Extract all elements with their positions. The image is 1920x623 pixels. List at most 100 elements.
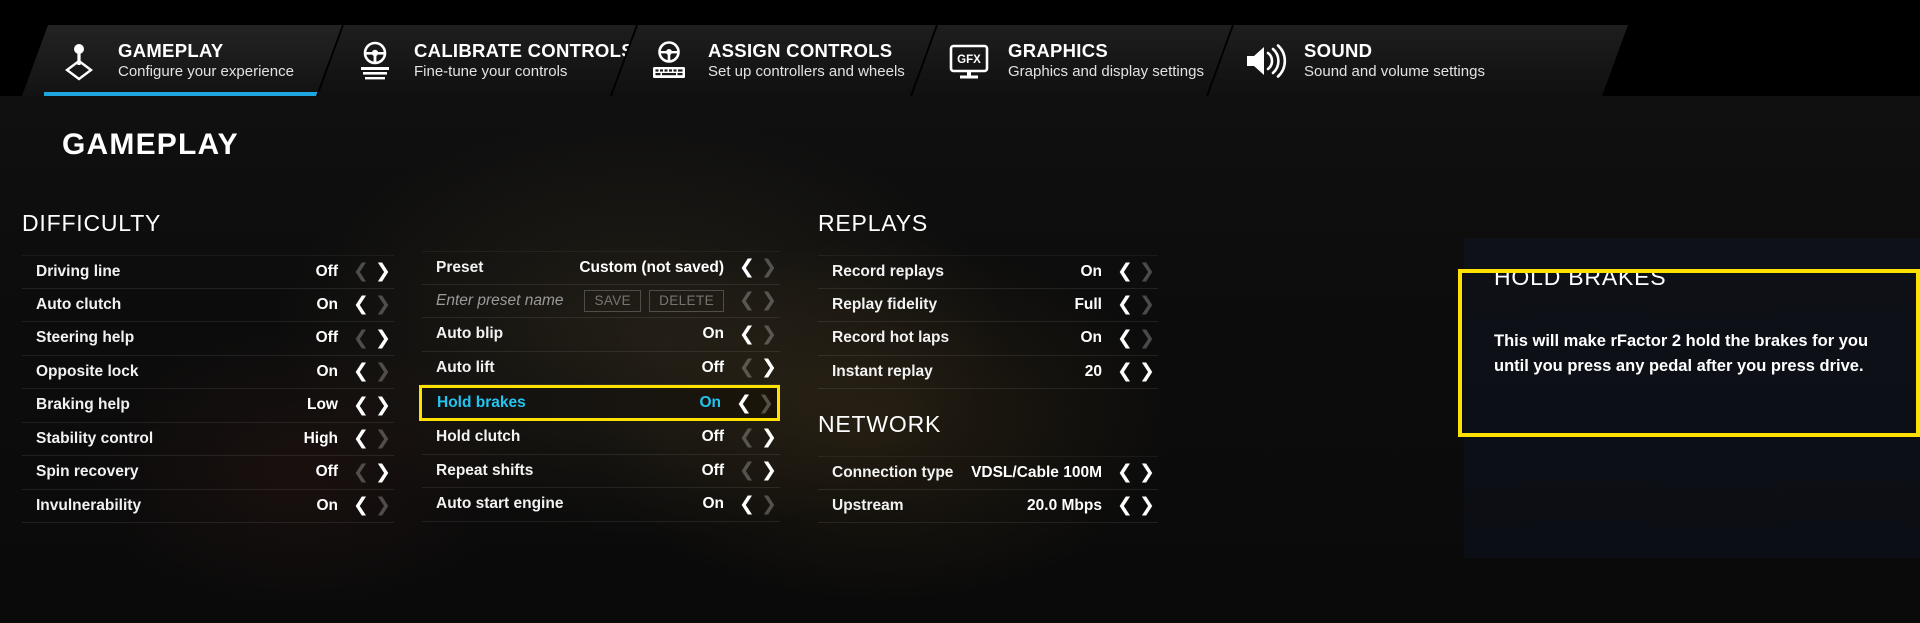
setting-arrows: ❮ ❯ [733, 393, 777, 413]
setting-arrows: ❮ ❯ [350, 328, 394, 348]
delete-preset-button[interactable]: DELETE [649, 289, 724, 312]
setting-arrows: ❮ ❯ [350, 429, 394, 448]
chevron-left-icon[interactable]: ❮ [736, 324, 758, 344]
chevron-left-icon[interactable]: ❮ [350, 395, 372, 415]
chevron-left-icon[interactable]: ❮ [736, 494, 758, 514]
setting-arrows: ❮ ❯ [1114, 496, 1158, 515]
preset-row[interactable]: Preset Custom (not saved) ❮ ❯ [422, 251, 780, 285]
tab-gameplay[interactable]: GAMEPLAY Configure your experience [22, 25, 342, 96]
chevron-left-icon[interactable]: ❮ [350, 496, 372, 515]
setting-value: On [1080, 262, 1102, 280]
setting-row[interactable]: Driving line Off ❮ ❯ [22, 255, 394, 289]
chevron-right-icon[interactable]: ❯ [758, 427, 780, 447]
setting-row-selected[interactable]: Hold brakes On ❮ ❯ [419, 385, 780, 421]
tab-text: SOUND Sound and volume settings [1304, 40, 1485, 82]
tab-title: GAMEPLAY [118, 39, 224, 61]
gear-shifter-icon [56, 38, 102, 84]
setting-row[interactable]: Record hot laps On ❮ ❯ [818, 322, 1158, 356]
chevron-left-icon[interactable]: ❮ [1114, 295, 1136, 314]
chevron-right-icon[interactable]: ❯ [372, 462, 394, 482]
chevron-right-icon[interactable]: ❯ [758, 324, 780, 344]
main-tab-bar: GAMEPLAY Configure your experience CALIBRA… [0, 0, 1920, 96]
chevron-left-icon[interactable]: ❮ [350, 462, 372, 482]
setting-row[interactable]: Hold clutch Off ❮ ❯ [422, 421, 780, 455]
chevron-right-icon[interactable]: ❯ [372, 262, 394, 281]
chevron-left-icon[interactable]: ❮ [1114, 262, 1136, 281]
preset-name-row[interactable]: Enter preset name SAVE DELETE ❮ ❯ [422, 285, 780, 318]
chevron-left-icon[interactable]: ❮ [350, 262, 372, 281]
chevron-left-icon[interactable]: ❮ [1114, 362, 1136, 381]
chevron-right-icon[interactable]: ❯ [372, 295, 394, 314]
tab-sound[interactable]: SOUND Sound and volume settings [1208, 25, 1628, 96]
chevron-left-icon[interactable]: ❮ [736, 427, 758, 447]
chevron-right-icon[interactable]: ❯ [1136, 362, 1158, 381]
replays-rows: Record replays On ❮ ❯ Replay fidelity Full ❮ ❯ R… [818, 255, 1158, 389]
chevron-right-icon[interactable]: ❯ [758, 258, 780, 277]
setting-row[interactable]: Opposite lock On ❮ ❯ [22, 356, 394, 389]
chevron-right-icon[interactable]: ❯ [755, 393, 777, 413]
setting-value: On [702, 325, 724, 343]
tooltip-panel: HOLD BRAKES This will make rFactor 2 hol… [1464, 238, 1920, 558]
setting-label: Driving line [36, 262, 121, 280]
preset-name-input[interactable]: Enter preset name [436, 292, 564, 310]
active-tab-underline [44, 92, 332, 96]
chevron-right-icon[interactable]: ❯ [372, 429, 394, 448]
tab-assign-controls[interactable]: ASSIGN CONTROLS Set up controllers and wh… [612, 25, 936, 96]
chevron-left-icon[interactable]: ❮ [350, 295, 372, 314]
chevron-left-icon[interactable]: ❮ [736, 258, 758, 277]
setting-row[interactable]: Invulnerability On ❮ ❯ [22, 490, 394, 523]
setting-row[interactable]: Auto clutch On ❮ ❯ [22, 289, 394, 322]
chevron-right-icon[interactable]: ❯ [1136, 328, 1158, 348]
chevron-left-icon: ❮ [739, 289, 755, 312]
chevron-right-icon[interactable]: ❯ [758, 494, 780, 514]
setting-value: On [316, 362, 338, 380]
setting-row[interactable]: Braking help Low ❮ ❯ [22, 389, 394, 423]
setting-row[interactable]: Auto blip On ❮ ❯ [422, 318, 780, 352]
setting-arrows: ❮ ❯ [1114, 463, 1158, 482]
setting-row[interactable]: Connection type VDSL/Cable 100M ❮ ❯ [818, 456, 1158, 490]
setting-row[interactable]: Stability control High ❮ ❯ [22, 423, 394, 456]
chevron-right-icon[interactable]: ❯ [1136, 262, 1158, 281]
setting-row[interactable]: Spin recovery Off ❮ ❯ [22, 456, 394, 490]
tab-title: ASSIGN CONTROLS [708, 39, 893, 61]
setting-label: Opposite lock [36, 362, 139, 380]
setting-row[interactable]: Steering help Off ❮ ❯ [22, 322, 394, 356]
setting-row[interactable]: Instant replay 20 ❮ ❯ [818, 356, 1158, 389]
chevron-right-icon[interactable]: ❯ [372, 496, 394, 515]
chevron-right-icon[interactable]: ❯ [372, 395, 394, 415]
chevron-right-icon[interactable]: ❯ [758, 461, 780, 480]
setting-label: Hold brakes [437, 394, 526, 411]
chevron-left-icon[interactable]: ❮ [1114, 463, 1136, 482]
chevron-right-icon[interactable]: ❯ [372, 362, 394, 381]
chevron-left-icon[interactable]: ❮ [1114, 328, 1136, 348]
chevron-left-icon[interactable]: ❮ [733, 393, 755, 413]
setting-row[interactable]: Record replays On ❮ ❯ [818, 255, 1158, 289]
setting-value: Off [315, 463, 338, 481]
chevron-left-icon[interactable]: ❮ [350, 328, 372, 348]
tab-calibrate-controls[interactable]: CALIBRATE CONTROLS Fine-tune your control… [318, 25, 636, 96]
settings-screen: GAMEPLAY Configure your experience CALIBRA… [0, 0, 1920, 623]
setting-row[interactable]: Auto lift Off ❮ ❯ [422, 352, 780, 385]
preset-arrows: ❮ ❯ [736, 258, 780, 277]
setting-label: Repeat shifts [436, 461, 534, 479]
setting-row[interactable]: Repeat shifts Off ❮ ❯ [422, 455, 780, 488]
setting-row[interactable]: Auto start engine On ❮ ❯ [422, 488, 780, 522]
chevron-right-icon[interactable]: ❯ [1136, 295, 1158, 314]
chevron-left-icon[interactable]: ❮ [350, 362, 372, 381]
chevron-left-icon[interactable]: ❮ [350, 429, 372, 448]
save-preset-button[interactable]: SAVE [584, 289, 642, 312]
chevron-right-icon[interactable]: ❯ [372, 328, 394, 348]
chevron-right-icon[interactable]: ❯ [758, 358, 780, 377]
chevron-right-icon[interactable]: ❯ [1136, 463, 1158, 482]
chevron-left-icon[interactable]: ❮ [736, 358, 758, 377]
chevron-left-icon[interactable]: ❮ [1114, 496, 1136, 515]
tab-graphics[interactable]: GFX GRAPHICS Graphics and display settings [912, 25, 1232, 96]
setting-arrows: ❮ ❯ [736, 461, 780, 480]
setting-row[interactable]: Upstream 20.0 Mbps ❮ ❯ [818, 490, 1158, 523]
setting-label: Auto blip [436, 325, 504, 343]
chevron-right-icon[interactable]: ❯ [1136, 496, 1158, 515]
setting-value: Full [1074, 295, 1102, 313]
setting-row[interactable]: Replay fidelity Full ❮ ❯ [818, 289, 1158, 322]
chevron-left-icon[interactable]: ❮ [736, 461, 758, 480]
tab-title: GRAPHICS [1008, 39, 1109, 61]
